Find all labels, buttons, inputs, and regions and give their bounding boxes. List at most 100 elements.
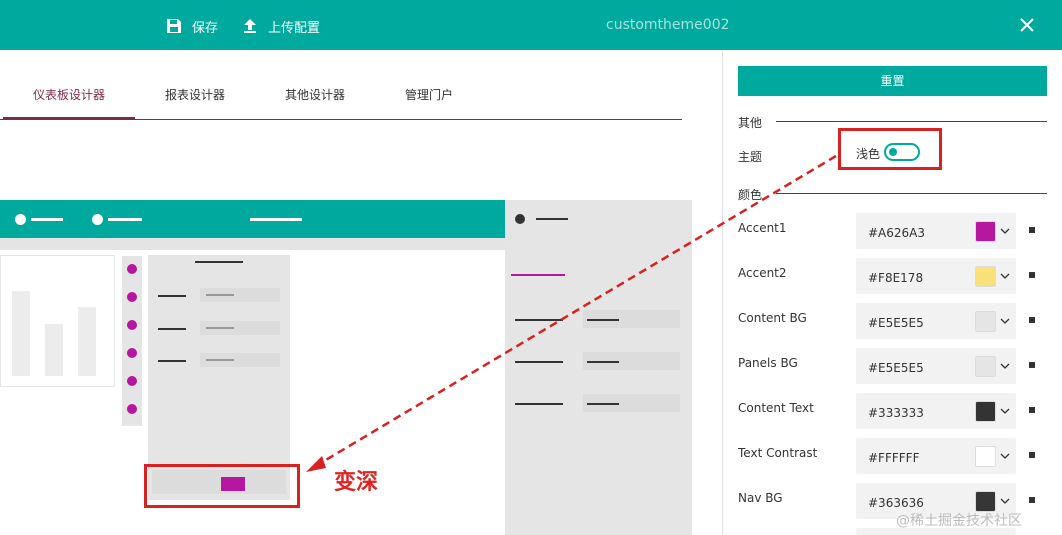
color-hex: #363636 xyxy=(868,496,924,510)
preview-row-line xyxy=(158,360,186,362)
color-label-accent1: Accent1 xyxy=(738,221,787,235)
color-swatch[interactable] xyxy=(975,401,996,422)
reset-button[interactable]: 重置 xyxy=(738,66,1047,96)
preview-side-line xyxy=(536,218,568,220)
preview-row-pill-line xyxy=(206,359,234,361)
color-swatch[interactable] xyxy=(975,446,996,467)
color-input-content-text[interactable]: #333333 xyxy=(856,393,1016,429)
color-swatch[interactable] xyxy=(975,491,996,512)
color-label-nav-bg: Nav BG xyxy=(738,491,783,505)
preview-chart-bar xyxy=(12,291,30,376)
preview-side-pill-line xyxy=(587,403,619,405)
annotation-box-preview xyxy=(144,464,300,508)
chevron-down-icon[interactable] xyxy=(1000,271,1010,281)
color-swatch[interactable] xyxy=(975,266,996,287)
color-menu-square[interactable] xyxy=(1029,317,1035,323)
preview-accent-dot xyxy=(127,404,137,414)
preview-side-accent-line xyxy=(511,274,565,276)
close-icon[interactable] xyxy=(1019,17,1035,33)
preview-row-pill-line xyxy=(206,327,234,329)
chevron-down-icon[interactable] xyxy=(1000,451,1010,461)
preview-side-row-line xyxy=(515,319,563,321)
annotation-text: 变深 xyxy=(334,470,379,495)
section-other-label: 其他 xyxy=(738,116,763,130)
preview-side-pill-line xyxy=(587,361,619,363)
panel-divider xyxy=(722,50,723,535)
preview-accent-dot xyxy=(127,376,137,386)
watermark: @稀土掘金技术社区 xyxy=(896,513,1022,529)
preview-dots-column xyxy=(122,256,142,426)
save-button[interactable]: 保存 xyxy=(166,15,218,37)
chevron-down-icon[interactable] xyxy=(1000,226,1010,236)
color-menu-square[interactable] xyxy=(1029,407,1035,413)
color-input-panels-bg[interactable]: #E5E5E5 xyxy=(856,348,1016,384)
theme-title: customtheme002 xyxy=(606,17,730,33)
color-hex: #333333 xyxy=(868,406,924,420)
color-hex: #E5E5E5 xyxy=(868,361,924,375)
section-colors-divider xyxy=(776,193,1047,194)
color-label-content-text: Content Text xyxy=(738,401,814,415)
theme-toggle-label: 浅色 xyxy=(856,147,881,161)
color-hex: #F8E178 xyxy=(868,271,924,285)
color-swatch[interactable] xyxy=(975,356,996,377)
theme-toggle[interactable] xyxy=(884,143,920,161)
color-label-accent2: Accent2 xyxy=(738,266,787,280)
color-hex: #A626A3 xyxy=(868,226,926,240)
save-icon xyxy=(167,19,181,33)
color-swatch[interactable] xyxy=(975,311,996,332)
designer-tabs: 仪表板设计器 报表设计器 其他设计器 管理门户 xyxy=(0,50,682,120)
color-swatch[interactable] xyxy=(975,221,996,242)
preview-nav-dot xyxy=(15,214,26,225)
section-other-divider xyxy=(776,121,1047,122)
theme-toggle-knob xyxy=(889,148,897,156)
color-label-content-bg: Content BG xyxy=(738,311,807,325)
color-hex: #FFFFFF xyxy=(868,451,920,465)
preview-accent-dot xyxy=(127,292,137,302)
preview-chart-card xyxy=(0,255,115,387)
preview-nav-dot xyxy=(92,214,103,225)
preview-side-row-line xyxy=(515,361,563,363)
color-input-accent1[interactable]: #A626A3 xyxy=(856,213,1016,249)
preview-accent-dot xyxy=(127,320,137,330)
chevron-down-icon[interactable] xyxy=(1000,406,1010,416)
chevron-down-icon[interactable] xyxy=(1000,496,1010,506)
save-label: 保存 xyxy=(192,20,219,36)
preview-chart-bar xyxy=(78,307,96,376)
preview-side-dot xyxy=(515,214,525,224)
tab-admin-portal[interactable]: 管理门户 xyxy=(405,86,453,103)
preview-row-line xyxy=(158,328,186,330)
preview-nav-line xyxy=(31,218,63,221)
preview-accent-dot xyxy=(127,264,137,274)
upload-icon xyxy=(244,19,256,33)
preview-side-row-line xyxy=(515,403,563,405)
preview-title-line xyxy=(250,218,302,221)
preview-subheader xyxy=(0,238,505,250)
preview-row-pill-line xyxy=(206,294,234,296)
color-input-text-contrast[interactable]: #FFFFFF xyxy=(856,438,1016,474)
preview-chart-bar xyxy=(45,324,63,376)
section-colors-label: 颜色 xyxy=(738,188,763,202)
color-menu-square[interactable] xyxy=(1029,452,1035,458)
preview-accent-dot xyxy=(127,348,137,358)
color-input-accent2[interactable]: #F8E178 xyxy=(856,258,1016,294)
color-input-content-bg[interactable]: #E5E5E5 xyxy=(856,303,1016,339)
color-label-text-contrast: Text Contrast xyxy=(738,446,818,460)
tab-other-designer[interactable]: 其他设计器 xyxy=(285,86,345,103)
tab-dashboard-designer[interactable]: 仪表板设计器 xyxy=(33,86,105,103)
preview-panel-title-line xyxy=(195,261,243,263)
color-menu-square[interactable] xyxy=(1029,227,1035,233)
top-bar: 保存 上传配置 customtheme002 xyxy=(0,0,1062,50)
preview-side-panel xyxy=(505,200,692,535)
upload-config-label: 上传配置 xyxy=(268,20,321,36)
color-hex: #E5E5E5 xyxy=(868,316,924,330)
color-menu-square[interactable] xyxy=(1029,272,1035,278)
active-tab-indicator xyxy=(3,117,135,119)
preview-row-line xyxy=(158,295,186,297)
color-menu-square[interactable] xyxy=(1029,362,1035,368)
tab-report-designer[interactable]: 报表设计器 xyxy=(165,86,225,103)
upload-config-button[interactable]: 上传配置 xyxy=(242,15,320,37)
chevron-down-icon[interactable] xyxy=(1000,361,1010,371)
color-menu-square[interactable] xyxy=(1029,497,1035,503)
preview-side-tab xyxy=(505,200,593,238)
chevron-down-icon[interactable] xyxy=(1000,316,1010,326)
